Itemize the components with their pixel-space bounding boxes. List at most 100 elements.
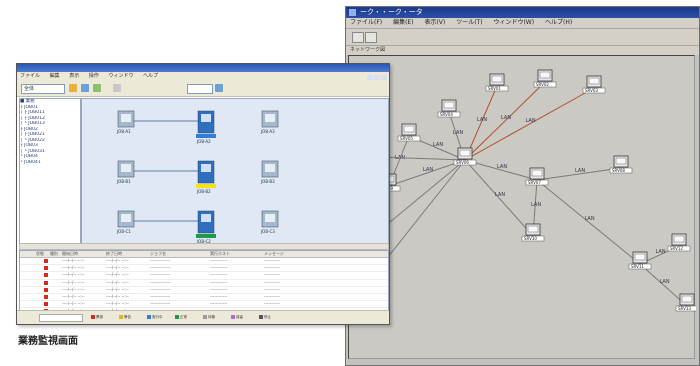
job-node: JOB-B3 (260, 160, 279, 184)
monitor-screen (443, 101, 455, 109)
server-node: SRV10 (521, 223, 545, 242)
server-node: SRV12 (667, 233, 691, 252)
link-label: LAN (660, 279, 670, 285)
status-legend-chip[interactable]: 警告 (119, 315, 141, 320)
job-window-titlebar[interactable] (17, 64, 389, 80)
job-node: JOB-A3 (260, 110, 279, 134)
node-label: SRV10 (524, 236, 537, 241)
table-row[interactable]: ----/--/-- --:-- ----/--/-- --:-- --------… (20, 293, 388, 302)
column-header[interactable]: 種別 (50, 251, 62, 257)
status-legend-label: 異常 (96, 315, 103, 319)
table-cell: ----/--/-- --:-- (106, 258, 129, 263)
table-row[interactable]: ----/--/-- --:-- ----/--/-- --:-- --------… (20, 258, 388, 266)
node-label: SRV13 (678, 306, 691, 311)
job-icon-screen (121, 164, 131, 172)
table-cell: -------------- (150, 265, 171, 271)
table-cell: ----/--/-- --:-- (106, 301, 129, 307)
table-cell: ----/--/-- --:-- (62, 293, 85, 299)
status-legend-chip[interactable]: 実行中 (147, 315, 169, 320)
status-color-icon (147, 315, 151, 319)
table-cell: ------------ (210, 279, 228, 285)
job-monitor-window: ファイル 編集 表示 操作 ウィンドウ ヘルプ 全体 ■ 業務 ├ JOB01 │ … (16, 63, 390, 325)
network-map-canvas[interactable]: LANLANLANLANLANLANLANLANLANLANLANLANLANL… (348, 55, 696, 359)
menu-item[interactable]: ファイル (20, 73, 40, 79)
table-row[interactable]: ----/--/-- --:-- ----/--/-- --:-- --------… (20, 272, 388, 280)
table-cell: ------------ (210, 286, 228, 292)
menu-item[interactable]: 表示 (69, 73, 79, 79)
filter-field[interactable] (187, 84, 213, 94)
status-legend-chip[interactable]: 停止 (259, 315, 281, 320)
node-label: SRV02 (536, 82, 549, 87)
table-cell: ------------ (210, 293, 228, 299)
column-header[interactable]: 終了日時 (106, 251, 150, 257)
job-flow-pane[interactable]: JOB-A1 JOB-A2 JOB-A3 JOB-B1 JOB-B2 JOB-B3 JOB-… (81, 98, 389, 244)
network-tab[interactable]: ネットワーク図 (346, 46, 699, 55)
status-legend-chip[interactable]: 異常 (91, 315, 113, 320)
run-icon[interactable] (93, 84, 101, 92)
job-icon-screen (201, 164, 211, 172)
folder-icon[interactable] (69, 84, 77, 92)
job-icon-screen (121, 114, 131, 122)
table-row[interactable]: ----/--/-- --:-- ----/--/-- --:-- --------… (20, 287, 388, 294)
monitor-screen (673, 235, 685, 243)
menu-item[interactable]: ウィンドウ(W) (493, 19, 534, 26)
table-cell: ----------- (264, 272, 280, 278)
column-header[interactable]: ジョブ名 (150, 251, 210, 257)
job-tree[interactable]: ■ 業務 ├ JOB01 │ ├ JOB011 │ ├ JOB012 │ └ JOB01… (19, 98, 81, 244)
status-legend-label: 正常 (180, 315, 187, 319)
status-search-field[interactable] (39, 314, 83, 322)
menu-item[interactable]: ファイル(F) (350, 19, 382, 26)
link-label: LAN (656, 249, 666, 255)
column-header[interactable]: メッセージ (264, 251, 324, 257)
tree-item[interactable]: └ JOB041 (20, 160, 80, 166)
menu-item[interactable]: 表示(V) (424, 19, 445, 26)
monitor-screen (531, 169, 543, 177)
job-icon-screen (201, 214, 211, 222)
server-node: SRV13 (675, 293, 696, 312)
menu-item[interactable]: 編集(E) (393, 19, 413, 26)
server-node: SRV02 (533, 69, 557, 88)
status-legend-chip[interactable]: 保留 (231, 315, 253, 320)
job-node: JOB-A2 (196, 110, 216, 144)
job-node: JOB-B2 (196, 160, 216, 194)
job-label: JOB-B2 (196, 189, 211, 194)
link-label: LAN (433, 142, 443, 148)
table-cell: ----/--/-- --:-- (62, 301, 85, 307)
status-legend-chip[interactable]: 正常 (175, 315, 197, 320)
menu-item[interactable]: ヘルプ (143, 73, 158, 79)
alert-status-icon (44, 259, 48, 263)
menu-item[interactable]: ウィンドウ (108, 73, 133, 79)
link-label: LAN (585, 216, 595, 222)
toolbar-button[interactable] (352, 32, 364, 43)
job-list-table[interactable]: 状態 種別 開始日時 終了日時 ジョブ名 実行ホスト メッセージ ----/--/-- --:… (19, 250, 389, 316)
network-window-titlebar[interactable]: ーク・・ーク・ータ (346, 7, 699, 18)
status-legend-chip[interactable]: 待機 (203, 315, 225, 320)
refresh-icon[interactable] (81, 84, 89, 92)
server-node: SRV01 (485, 73, 509, 92)
menu-item[interactable]: 操作 (89, 73, 99, 79)
server-node: SRV04 (437, 99, 461, 118)
table-cell: ----/--/-- --:-- (62, 265, 85, 271)
menu-item[interactable]: ツール(T) (456, 19, 482, 26)
menu-item[interactable]: 編集 (50, 73, 60, 79)
scope-select[interactable]: 全体 (21, 84, 65, 94)
job-menubar: ファイル 編集 表示 操作 ウィンドウ ヘルプ (17, 72, 389, 80)
node-label: SRV08 (612, 168, 625, 173)
settings-icon[interactable] (113, 84, 121, 92)
table-cell: ----/--/-- --:-- (106, 293, 129, 299)
monitor-screen (634, 253, 646, 261)
table-row[interactable]: ----/--/-- --:-- ----/--/-- --:-- --------… (20, 301, 388, 309)
node-label: SRV04 (440, 112, 453, 117)
column-header[interactable]: 実行ホスト (210, 251, 264, 257)
table-row[interactable]: ----/--/-- --:-- ----/--/-- --:-- --------… (20, 280, 388, 287)
menu-item[interactable]: ヘルプ(H) (545, 19, 572, 26)
column-header[interactable]: 状態 (36, 251, 50, 257)
filter-icon[interactable] (215, 84, 223, 92)
horizontal-scrollbar[interactable] (19, 243, 389, 250)
toolbar-button[interactable] (365, 32, 377, 43)
table-cell: ----------- (264, 265, 280, 271)
node-label: SRV11 (631, 264, 644, 269)
table-row[interactable]: ----/--/-- --:-- ----/--/-- --:-- --------… (20, 265, 388, 273)
column-header[interactable]: 開始日時 (62, 251, 106, 257)
server-node: SRV03 (582, 75, 606, 94)
